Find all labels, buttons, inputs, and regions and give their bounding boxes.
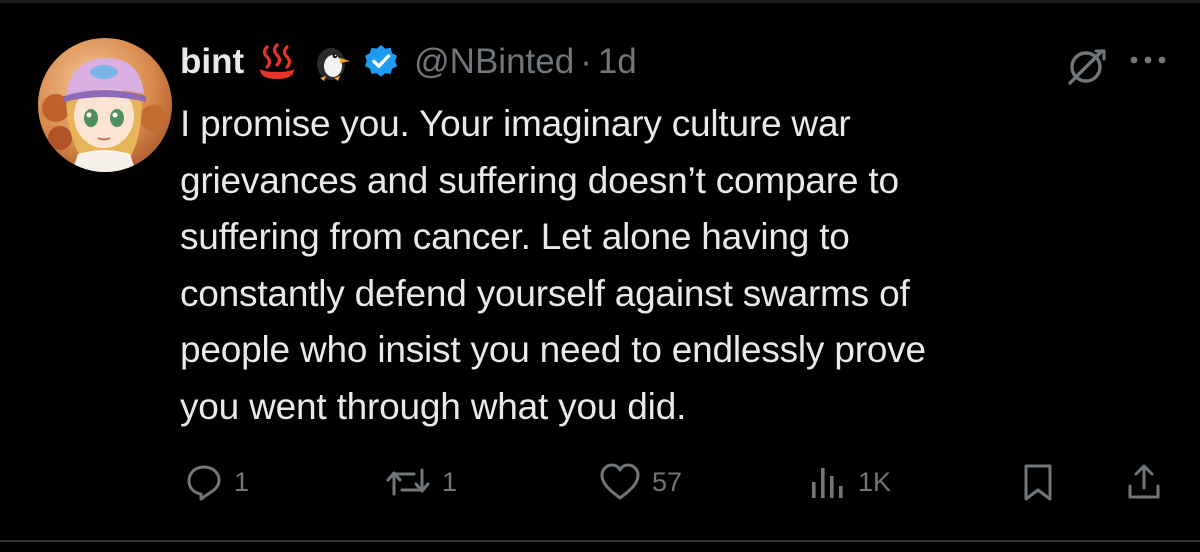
display-name[interactable]: bint xyxy=(180,42,244,82)
tweet-text-line: I promise you. Your imaginary culture wa… xyxy=(180,103,851,144)
more-icon[interactable] xyxy=(1124,48,1172,72)
separator-dot: · xyxy=(580,42,592,81)
top-divider xyxy=(0,0,1200,3)
share-button[interactable] xyxy=(1124,454,1164,510)
avatar-image xyxy=(38,38,172,172)
tweet-text-line: constantly defend yourself against swarm… xyxy=(180,272,910,314)
retweet-count: 1 xyxy=(442,466,458,497)
tweet-card[interactable]: bint @NBinted · 1d I promise you. Your i… xyxy=(0,0,1200,552)
bottom-divider xyxy=(0,540,1200,542)
reply-count: 1 xyxy=(234,466,250,497)
reply-icon xyxy=(187,465,221,501)
bookmark-icon xyxy=(1024,464,1052,501)
tweet-text-line: suffering from cancer. Let alone having … xyxy=(180,216,850,257)
views-count: 1K xyxy=(858,466,892,497)
tweet-text-line: you went through what you did. xyxy=(180,385,687,427)
grok-icon[interactable] xyxy=(1064,45,1108,89)
reply-button[interactable]: 1 xyxy=(184,454,249,510)
views-button[interactable]: 1K xyxy=(808,454,891,510)
tweet-text-line: grievances and suffering doesn’t compare… xyxy=(180,159,899,201)
bookmark-button[interactable] xyxy=(1018,454,1058,510)
verified-badge-icon[interactable] xyxy=(362,43,400,81)
analytics-icon xyxy=(812,468,843,498)
handle[interactable]: @NBinted xyxy=(414,42,574,82)
tweet-text-line: people who insist you need to endlessly … xyxy=(180,329,926,370)
like-count: 57 xyxy=(652,466,683,497)
tweet-header: bint @NBinted · 1d xyxy=(180,36,637,88)
tweet-text: I promise you. Your imaginary culture wa… xyxy=(180,96,1180,435)
penguin-emoji xyxy=(310,41,352,83)
retweet-icon xyxy=(386,468,430,496)
heart-icon xyxy=(600,463,640,500)
like-button[interactable]: 57 xyxy=(598,454,682,510)
retweet-button[interactable]: 1 xyxy=(384,454,457,510)
share-icon xyxy=(1128,464,1160,499)
timestamp[interactable]: 1d xyxy=(598,42,637,82)
avatar[interactable] xyxy=(38,38,172,172)
action-bar: 1 1 57 1K xyxy=(0,454,1200,510)
hot-springs-emoji xyxy=(256,41,298,83)
